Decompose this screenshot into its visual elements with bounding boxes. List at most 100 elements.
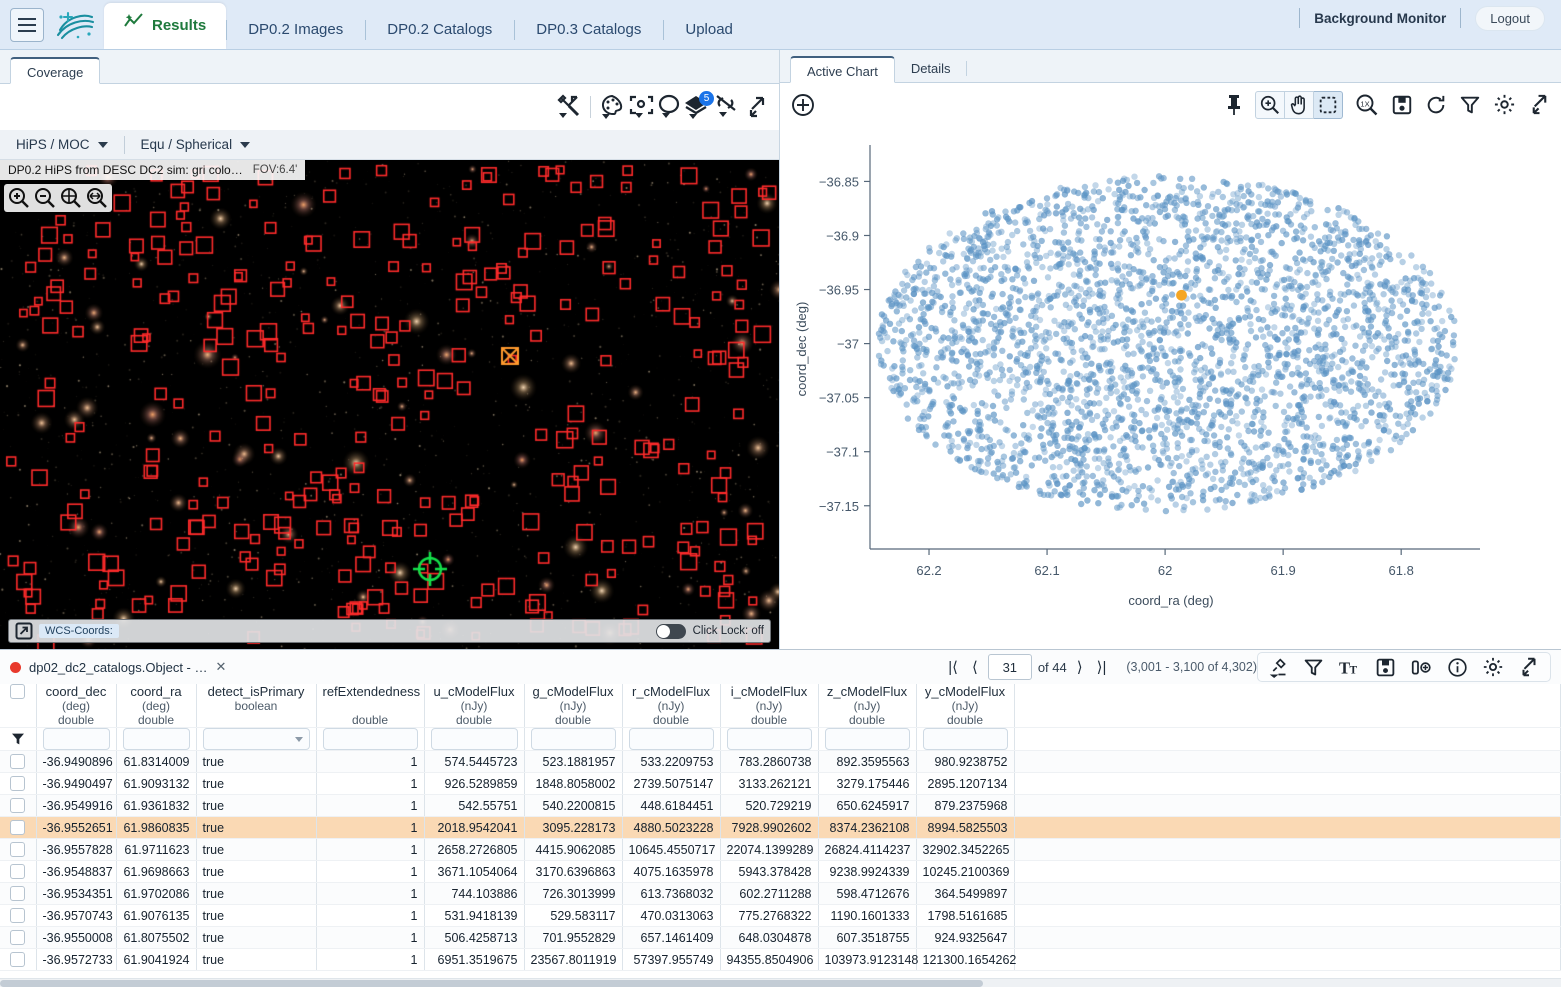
logout-button[interactable]: Logout [1475, 6, 1545, 31]
restore-icon[interactable] [1425, 94, 1447, 116]
filter-select-detect_isPrimary[interactable] [203, 728, 310, 750]
row-checkbox[interactable] [10, 820, 25, 835]
expand-arrows-icon[interactable] [1518, 656, 1540, 678]
crop-target-icon[interactable] [627, 94, 655, 120]
column-header-coord_ra[interactable]: coord_ra (deg) double [116, 684, 196, 728]
pan-hand-icon[interactable] [1285, 91, 1314, 119]
filter-input-u_cModelFlux[interactable] [431, 728, 518, 750]
last-page-icon[interactable]: ⟩| [1093, 658, 1111, 676]
column-header-coord_dec[interactable]: coord_dec (deg) double [36, 684, 116, 728]
filter-input-refExtendedness[interactable] [323, 728, 418, 750]
filter-icon[interactable] [1303, 657, 1324, 678]
row-checkbox[interactable] [10, 754, 25, 769]
add-chart-icon[interactable] [790, 92, 816, 118]
pin-icon[interactable] [1223, 93, 1245, 117]
filter-cell-refExtendedness[interactable] [316, 728, 424, 751]
layers-icon[interactable]: 5 [683, 94, 713, 120]
coordinate-system-select[interactable]: Equ / Spherical [125, 137, 267, 152]
row-select-cell[interactable] [0, 795, 36, 817]
column-header-y_cModelFlux[interactable]: y_cModelFlux (nJy) double [916, 684, 1014, 728]
table-row[interactable]: -36.957074361.9076135true1531.9418139529… [0, 905, 1561, 927]
highlighted-point[interactable] [1176, 290, 1187, 301]
tab-dp03-catalogs[interactable]: DP0.3 Catalogs [514, 11, 663, 49]
row-checkbox[interactable] [10, 798, 25, 813]
tab-upload[interactable]: Upload [663, 11, 755, 49]
column-header-refExtendedness[interactable]: refExtendedness double [316, 684, 424, 728]
horizontal-scrollbar[interactable] [0, 978, 1561, 987]
row-select-cell[interactable] [0, 883, 36, 905]
zoom-in-icon[interactable] [7, 186, 31, 210]
table-row[interactable]: -36.955265161.9860835true12018.954204130… [0, 817, 1561, 839]
unlink-icon[interactable] [713, 94, 741, 120]
tab-results[interactable]: Results [104, 3, 226, 49]
table-row[interactable]: -36.955782861.9711623true12658.272680544… [0, 839, 1561, 861]
filter-cell-g_cModelFlux[interactable] [524, 728, 622, 751]
table-row[interactable]: -36.957273361.9041924true16951.351967523… [0, 949, 1561, 971]
hamburger-menu-icon[interactable] [10, 8, 44, 42]
color-palette-icon[interactable] [599, 94, 627, 120]
table-row[interactable]: -36.954991661.9361832true1542.55751540.2… [0, 795, 1561, 817]
tab-details[interactable]: Details [895, 55, 967, 82]
filter-input-coord_ra[interactable] [123, 728, 190, 750]
zoom-fit-icon[interactable] [59, 186, 83, 210]
select-all-checkbox[interactable] [10, 684, 25, 699]
info-icon[interactable] [1447, 657, 1468, 678]
column-header-detect_isPrimary[interactable]: detect_isPrimary boolean [196, 684, 316, 728]
first-page-icon[interactable]: |⟨ [944, 658, 962, 676]
zoom-1x-icon[interactable]: 1X [1355, 93, 1379, 117]
row-checkbox[interactable] [10, 952, 25, 967]
row-checkbox[interactable] [10, 864, 25, 879]
filter-cell-z_cModelFlux[interactable] [818, 728, 916, 751]
column-header-g_cModelFlux[interactable]: g_cModelFlux (nJy) double [524, 684, 622, 728]
hips-image-view[interactable]: DP0.2 HiPS from DESC DC2 sim: gri colo… … [0, 160, 779, 649]
text-size-icon[interactable]: TT [1338, 657, 1361, 678]
background-monitor-button[interactable]: Background Monitor [1314, 11, 1446, 26]
filter-input-r_cModelFlux[interactable] [629, 728, 714, 750]
row-select-cell[interactable] [0, 773, 36, 795]
row-checkbox[interactable] [10, 842, 25, 857]
row-checkbox[interactable] [10, 776, 25, 791]
save-chart-icon[interactable] [1391, 94, 1413, 116]
filter-icon[interactable] [1459, 94, 1481, 116]
table-row[interactable]: -36.955000861.8075502true1506.4258713701… [0, 927, 1561, 949]
save-table-icon[interactable] [1375, 657, 1396, 678]
table-grid-container[interactable]: coord_dec (deg) double coord_ra (deg) do… [0, 684, 1561, 987]
row-select-cell[interactable] [0, 839, 36, 861]
prev-page-icon[interactable]: ⟨ [968, 658, 982, 676]
scatter-chart[interactable]: −36.85−36.9−36.95−37−37.05−37.1−37.1562.… [780, 127, 1561, 649]
row-select-cell[interactable] [0, 817, 36, 839]
filter-cell-u_cModelFlux[interactable] [424, 728, 524, 751]
next-page-icon[interactable]: ⟩ [1073, 658, 1087, 676]
filter-cell-r_cModelFlux[interactable] [622, 728, 720, 751]
rubin-firefly-logo-icon[interactable] [52, 7, 98, 43]
settings-gear-icon[interactable] [1493, 93, 1516, 116]
row-select-cell[interactable] [0, 927, 36, 949]
zoom-select-icon[interactable] [1255, 91, 1285, 119]
settings-gear-icon[interactable] [1482, 656, 1504, 678]
zoom-original-icon[interactable] [85, 186, 109, 210]
filter-input-g_cModelFlux[interactable] [531, 728, 616, 750]
hips-moc-select[interactable]: HiPS / MOC [0, 137, 124, 152]
table-row[interactable]: -36.954883761.9698663true13671.105406431… [0, 861, 1561, 883]
row-checkbox[interactable] [10, 886, 25, 901]
page-number-input[interactable] [988, 654, 1032, 680]
filter-cell-y_cModelFlux[interactable] [916, 728, 1014, 751]
filter-input-z_cModelFlux[interactable] [825, 728, 910, 750]
table-row[interactable]: -36.949049761.9093132true1926.5289859184… [0, 773, 1561, 795]
filter-cell-detect_isPrimary[interactable] [196, 728, 316, 751]
column-header-i_cModelFlux[interactable]: i_cModelFlux (nJy) double [720, 684, 818, 728]
row-select-cell[interactable] [0, 861, 36, 883]
tab-dp02-images[interactable]: DP0.2 Images [226, 11, 365, 49]
row-checkbox[interactable] [10, 908, 25, 923]
row-checkbox[interactable] [10, 930, 25, 945]
column-header-z_cModelFlux[interactable]: z_cModelFlux (nJy) double [818, 684, 916, 728]
tools-wrench-icon[interactable] [556, 94, 582, 120]
circle-select-icon[interactable] [655, 94, 683, 120]
filter-cell-i_cModelFlux[interactable] [720, 728, 818, 751]
filter-input-coord_dec[interactable] [43, 728, 110, 750]
zoom-out-icon[interactable] [33, 186, 57, 210]
add-column-icon[interactable] [1410, 657, 1433, 678]
tab-coverage[interactable]: Coverage [10, 57, 100, 84]
scrollbar-thumb[interactable] [0, 980, 983, 987]
column-header-r_cModelFlux[interactable]: r_cModelFlux (nJy) double [622, 684, 720, 728]
